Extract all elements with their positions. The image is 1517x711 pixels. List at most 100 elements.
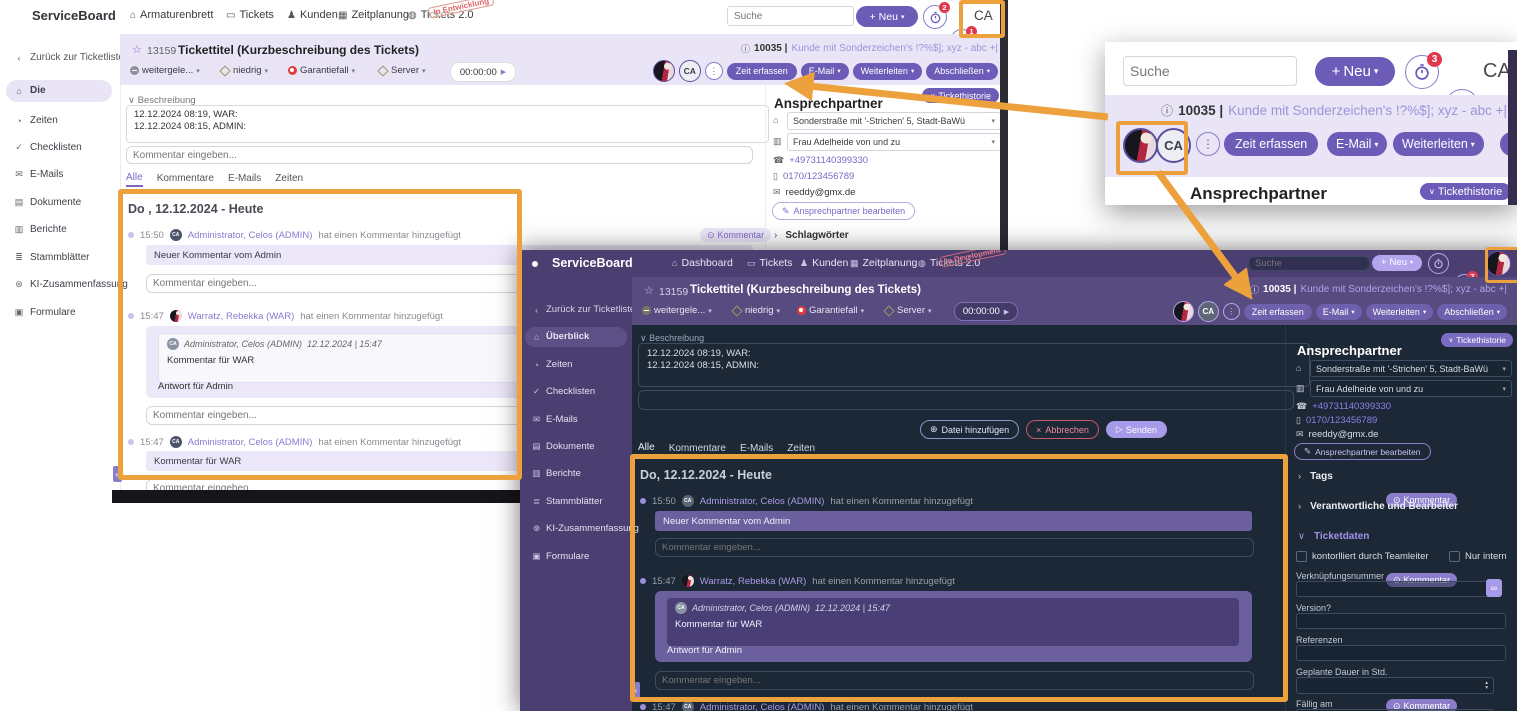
comment-author[interactable]: Warratz, Rebekka (WAR) xyxy=(188,311,294,322)
close-ticket-button[interactable]: Abschließen▾ xyxy=(926,63,998,80)
status-dropdown[interactable]: weitergele...▾ xyxy=(642,305,712,316)
email-button[interactable]: E-Mail▾ xyxy=(1327,132,1387,156)
category-dropdown[interactable]: Server▾ xyxy=(378,65,426,76)
category-dropdown[interactable]: Server▾ xyxy=(884,305,932,316)
mobile-link[interactable]: 0170/123456789 xyxy=(783,171,854,182)
ticket-history-button[interactable]: ∨Tickethistorie xyxy=(1441,333,1513,347)
nav-dashboard[interactable]: ⌂Armaturenbrett xyxy=(130,9,213,21)
sidebar-item-ki[interactable]: ⊛KI-Zusammenfassung xyxy=(532,523,639,534)
version-input[interactable] xyxy=(1296,613,1506,629)
assignee-avatar-image[interactable] xyxy=(1123,128,1158,163)
comment-author[interactable]: Administrator, Celos (ADMIN) xyxy=(700,702,825,711)
nav-tickets[interactable]: ▭Tickets xyxy=(226,9,274,21)
assignee-avatar-image[interactable] xyxy=(653,60,675,82)
assignee-avatar-initials[interactable]: CA xyxy=(1156,128,1191,163)
nav-zeitplanung[interactable]: ▦Zeitplanung xyxy=(338,9,409,21)
email-button[interactable]: E-Mail▾ xyxy=(1316,304,1362,320)
tab-kommentare[interactable]: Kommentare xyxy=(157,173,214,186)
sidebar-item-emails[interactable]: ✉E-Mails xyxy=(14,169,63,180)
description-box[interactable]: 12.12.2024 08:19, WAR: 12.12.2024 08:15,… xyxy=(638,343,1310,387)
comment-author[interactable]: Warratz, Rebekka (WAR) xyxy=(700,576,806,587)
tags-section-header[interactable]: ›Tags xyxy=(1298,471,1333,482)
edit-contact-button[interactable]: ✎Ansprechpartner bearbeiten xyxy=(772,202,915,220)
checkbox[interactable] xyxy=(1296,551,1307,562)
person-select[interactable]: Frau Adelheide von und zu▾ xyxy=(787,133,1001,151)
comment-author[interactable]: Administrator, Celos (ADMIN) xyxy=(188,437,313,448)
sidebar-collapse-toggle[interactable]: « xyxy=(113,466,122,482)
comment-input[interactable] xyxy=(126,146,753,164)
assignee-avatar-image[interactable] xyxy=(1173,301,1194,322)
sidebar-item-emails[interactable]: ✉E-Mails xyxy=(532,414,578,425)
forward-button[interactable]: Weiterleiten▾ xyxy=(1393,132,1484,156)
sidebar-item-ki[interactable]: ⊛KI-Zusammenfassung xyxy=(14,279,128,290)
ticket-history-button[interactable]: ∨Tickethistorie xyxy=(1420,183,1511,200)
star-icon[interactable]: ☆ xyxy=(644,284,654,297)
references-input[interactable] xyxy=(1296,645,1506,661)
priority-dropdown[interactable]: niedrig▾ xyxy=(220,65,268,76)
responsible-section-header[interactable]: ›Verantwortliche und Bearbeiter xyxy=(1298,501,1458,512)
link-number-input[interactable] xyxy=(1296,581,1490,597)
stepper-down-icon[interactable]: ▾ xyxy=(1485,686,1488,691)
nav-kunden[interactable]: ♟Kunden xyxy=(287,9,338,21)
tab-kommentare[interactable]: Kommentare xyxy=(669,443,726,456)
play-icon[interactable]: ▶ xyxy=(1004,308,1009,316)
priority-dropdown[interactable]: niedrig▾ xyxy=(732,305,780,316)
mobile-link[interactable]: 0170/123456789 xyxy=(1306,415,1377,426)
customer-name[interactable]: Kunde mit Sonderzeichen's !?%$]; xyz - a… xyxy=(1228,103,1507,118)
comment-author[interactable]: Administrator, Celos (ADMIN) xyxy=(188,230,313,241)
back-to-ticketlist[interactable]: ‹Zurück zur Ticketliste xyxy=(14,52,124,63)
description-box[interactable]: 12.12.2024 08:19, WAR: 12.12.2024 08:15,… xyxy=(126,105,769,143)
duration-stepper[interactable]: ▴▾ xyxy=(1296,677,1494,694)
info-icon[interactable]: ⓘ xyxy=(1161,102,1173,119)
tab-emails[interactable]: E-Mails xyxy=(740,443,773,456)
customer-name[interactable]: Kunde mit Sonderzeichen's !?%$]; xyz - a… xyxy=(791,43,998,54)
phone-link[interactable]: +49731140399330 xyxy=(1312,401,1391,412)
timer-button[interactable]: 3 xyxy=(1405,55,1439,89)
nav-dashboard[interactable]: ⌂Dashboard xyxy=(672,257,733,269)
record-time-button[interactable]: Zeit erfassen xyxy=(1244,304,1312,320)
tab-emails[interactable]: E-Mails xyxy=(228,173,261,186)
back-to-ticketlist[interactable]: ‹Zurück zur Ticketliste xyxy=(532,304,635,315)
teamlead-checkbox-row[interactable]: kontorlliert durch Teamleiter xyxy=(1296,551,1429,562)
send-button[interactable]: ▷Senden xyxy=(1106,421,1167,438)
comment-input[interactable] xyxy=(638,390,1294,410)
forward-button[interactable]: Weiterleiten▾ xyxy=(1366,304,1434,320)
sidebar-item-ueberblick[interactable]: ⌂Überblick xyxy=(532,331,589,342)
search-input[interactable] xyxy=(1123,56,1297,86)
sidebar-item-die[interactable]: ⌂Die xyxy=(14,85,46,96)
nav-tickets[interactable]: ▭Tickets xyxy=(747,257,792,269)
comment-author[interactable]: Administrator, Celos (ADMIN) xyxy=(700,496,825,507)
tags-section-header[interactable]: ›Schlagwörter xyxy=(774,230,849,241)
nav-kunden[interactable]: ♟Kunden xyxy=(800,257,848,269)
internal-checkbox-row[interactable]: Nur intern xyxy=(1449,551,1507,562)
tab-zeiten[interactable]: Zeiten xyxy=(275,173,303,186)
sidebar-item-checklisten[interactable]: ✓Checklisten xyxy=(532,386,595,397)
sidebar-item-stammblaetter[interactable]: ≣Stammblätter xyxy=(14,252,89,263)
sidebar-item-formulare[interactable]: ▣Formulare xyxy=(532,551,589,562)
timer-button[interactable] xyxy=(1428,253,1449,274)
sidebar-item-dokumente[interactable]: ▤Dokumente xyxy=(532,441,595,452)
status-dropdown[interactable]: weitergele...▾ xyxy=(130,65,200,76)
tab-alle[interactable]: Alle xyxy=(638,442,655,457)
company-select[interactable]: Sonderstraße mit '-Strichen' 5, Stadt-Ba… xyxy=(787,112,1001,130)
email-button[interactable]: E-Mail▾ xyxy=(801,63,849,80)
cancel-button[interactable]: ×Abbrechen xyxy=(1026,420,1099,439)
info-icon[interactable]: ⓘ xyxy=(1250,283,1259,296)
sidebar-item-formulare[interactable]: ▣Formulare xyxy=(14,307,76,318)
play-icon[interactable]: ▶ xyxy=(501,68,506,76)
sidebar-item-berichte[interactable]: ▥Berichte xyxy=(532,468,581,479)
more-actions-button[interactable]: ⋮ xyxy=(1223,303,1240,320)
search-input[interactable] xyxy=(1248,256,1370,271)
forward-button[interactable]: Weiterleiten▾ xyxy=(853,63,923,80)
sidebar-item-zeiten[interactable]: ◔Zeiten xyxy=(532,359,572,370)
company-select[interactable]: Sonderstraße mit '-Strichen' 5, Stadt-Ba… xyxy=(1310,360,1512,377)
user-avatar[interactable]: CA xyxy=(1483,60,1511,83)
checkbox[interactable] xyxy=(1449,551,1460,562)
reply-input[interactable] xyxy=(655,538,1254,557)
sidebar-item-stammblaetter[interactable]: ≣Stammblätter xyxy=(532,496,603,507)
sidebar-item-zeiten[interactable]: ◔Zeiten xyxy=(14,115,58,126)
assignee-avatar-initials[interactable]: CA xyxy=(679,60,701,82)
phone-link[interactable]: +49731140399330 xyxy=(789,155,868,166)
sidebar-item-berichte[interactable]: ▥Berichte xyxy=(14,224,67,235)
tab-zeiten[interactable]: Zeiten xyxy=(787,443,815,456)
